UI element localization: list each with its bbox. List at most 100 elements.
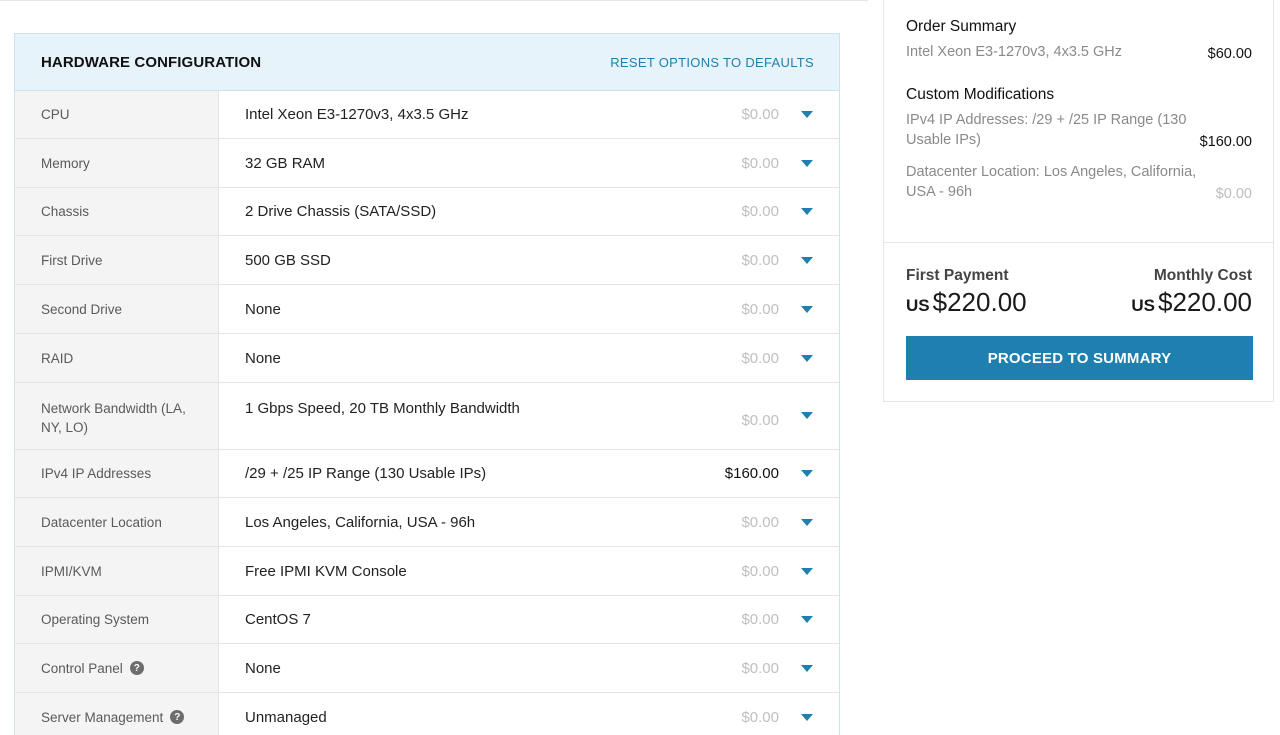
config-row-label-text: Operating System — [41, 612, 150, 627]
payment-row: First Payment US $220.00 Monthly Cost US $… — [906, 267, 1252, 318]
option-price: $0.00 — [741, 106, 779, 123]
caret-down-icon[interactable] — [801, 305, 813, 313]
summary-details: Order Summary Intel Xeon E3-1270v3, 4x3.… — [884, 0, 1273, 243]
config-option-select[interactable]: None $0.00 — [219, 644, 839, 692]
caret-down-icon[interactable] — [801, 354, 813, 362]
reset-defaults-link[interactable]: RESET OPTIONS TO DEFAULTS — [610, 55, 814, 70]
selected-option: Free IPMI KVM Console — [245, 562, 407, 580]
config-option-select[interactable]: Unmanaged $0.00 — [219, 693, 839, 735]
proceed-to-summary-button[interactable]: PROCEED TO SUMMARY — [906, 336, 1253, 380]
caret-down-icon[interactable] — [801, 111, 813, 118]
config-row: Control Panel? None $0.00 — [15, 644, 839, 693]
config-row-label-text: Control Panel — [41, 660, 123, 676]
mod-price: $160.00 — [1199, 134, 1252, 150]
monthly-cost-value: $220.00 — [1158, 287, 1252, 317]
config-option-select[interactable]: CentOS 7 $0.00 — [219, 596, 839, 643]
mod-price: $0.00 — [1215, 186, 1252, 202]
option-price: $0.00 — [741, 513, 779, 531]
order-summary-panel: Order Summary Intel Xeon E3-1270v3, 4x3.… — [883, 0, 1274, 402]
config-header: HARDWARE CONFIGURATION RESET OPTIONS TO … — [15, 34, 839, 91]
selected-option: 500 GB SSD — [245, 251, 331, 269]
caret-down-icon[interactable] — [801, 412, 813, 419]
question-circle-icon[interactable]: ? — [170, 710, 185, 724]
config-row: Server Management? Unmanaged $0.00 — [15, 693, 839, 735]
config-row-label-text: Chassis — [41, 204, 90, 219]
config-option-select[interactable]: 500 GB SSD $0.00 — [219, 236, 839, 284]
option-price: $0.00 — [741, 203, 779, 220]
caret-down-icon[interactable] — [801, 208, 813, 215]
monthly-cost-amount: US $220.00 — [1131, 287, 1252, 318]
payment-block: First Payment US $220.00 Monthly Cost US $… — [884, 243, 1273, 380]
option-price: $160.00 — [724, 465, 779, 482]
caret-down-icon[interactable] — [801, 713, 813, 721]
config-option-select[interactable]: None $0.00 — [219, 285, 839, 333]
order-item-line: Intel Xeon E3-1270v3, 4x3.5 GHz $60.00 — [906, 42, 1252, 62]
config-option-select[interactable]: 1 Gbps Speed, 20 TB Monthly Bandwidth $0.… — [219, 383, 839, 449]
config-row-label: Second Drive — [15, 285, 219, 333]
caret-down-icon[interactable] — [801, 470, 813, 477]
option-price: $0.00 — [741, 251, 779, 269]
caret-down-icon[interactable] — [801, 256, 813, 264]
option-price: $0.00 — [741, 300, 779, 318]
option-price: $0.00 — [741, 562, 779, 580]
monthly-cost: Monthly Cost US $220.00 — [1131, 267, 1252, 318]
config-row-label-text: Server Management — [41, 709, 164, 725]
selected-option: /29 + /25 IP Range (130 Usable IPs) — [245, 465, 487, 482]
config-row-label: IPMI/KVM — [15, 547, 219, 595]
config-row-label: First Drive — [15, 236, 219, 284]
currency-code: US — [906, 296, 930, 315]
config-row-label: Chassis — [15, 188, 219, 235]
config-row-label-text: IPv4 IP Addresses — [41, 466, 152, 481]
selected-option: 1 Gbps Speed, 20 TB Monthly Bandwidth — [245, 400, 520, 417]
config-row-label: Network Bandwidth (LA, NY, LO) — [15, 383, 219, 449]
caret-down-icon[interactable] — [801, 518, 813, 526]
config-row: CPU Intel Xeon E3-1270v3, 4x3.5 GHz $0.00 — [15, 91, 839, 139]
selected-option: None — [245, 349, 281, 367]
config-option-select[interactable]: 2 Drive Chassis (SATA/SSD) $0.00 — [219, 188, 839, 235]
selected-option: Los Angeles, California, USA - 96h — [245, 513, 476, 531]
selected-option: 2 Drive Chassis (SATA/SSD) — [245, 203, 437, 220]
caret-down-icon[interactable] — [801, 616, 813, 623]
config-option-select[interactable]: Intel Xeon E3-1270v3, 4x3.5 GHz $0.00 — [219, 91, 839, 138]
selected-option: Intel Xeon E3-1270v3, 4x3.5 GHz — [245, 106, 469, 123]
selected-option: None — [245, 659, 281, 677]
config-option-select[interactable]: 32 GB RAM $0.00 — [219, 139, 839, 187]
config-row-label-text: IPMI/KVM — [41, 563, 102, 579]
config-option-select[interactable]: Free IPMI KVM Console $0.00 — [219, 547, 839, 595]
config-row-label: Datacenter Location — [15, 498, 219, 546]
caret-down-icon[interactable] — [801, 159, 813, 167]
config-row-label: IPv4 IP Addresses — [15, 450, 219, 497]
first-payment-label: First Payment — [906, 267, 1009, 284]
config-row-label: Memory — [15, 139, 219, 187]
order-summary-title: Order Summary — [906, 18, 1017, 35]
caret-down-icon[interactable] — [801, 567, 813, 575]
currency-code: US — [1131, 296, 1156, 315]
selected-option: Unmanaged — [245, 708, 327, 726]
option-price: $0.00 — [741, 412, 779, 429]
question-circle-icon[interactable]: ? — [129, 661, 144, 675]
option-price: $0.00 — [741, 708, 779, 726]
config-row: Network Bandwidth (LA, NY, LO) 1 Gbps Spe… — [15, 383, 839, 450]
mod-desc: Datacenter Location: Los Angeles, Califo… — [906, 164, 1197, 200]
config-row-label: RAID — [15, 334, 219, 382]
config-row: IPMI/KVM Free IPMI KVM Console $0.00 — [15, 547, 839, 596]
config-row-label-text: RAID — [41, 350, 74, 366]
selected-option: None — [245, 300, 281, 318]
config-option-select[interactable]: None $0.00 — [219, 334, 839, 382]
first-payment: First Payment US $220.00 — [906, 267, 1027, 318]
mod-line: IPv4 IP Addresses: /29 + /25 IP Range (1… — [906, 110, 1252, 150]
mod-desc: IPv4 IP Addresses: /29 + /25 IP Range (1… — [906, 112, 1187, 148]
config-row-label-text: Memory — [41, 155, 90, 171]
config-row-label: Control Panel? — [15, 644, 219, 692]
mod-line: Datacenter Location: Los Angeles, Califo… — [906, 162, 1252, 202]
config-option-select[interactable]: Los Angeles, California, USA - 96h $0.00 — [219, 498, 839, 546]
order-item-desc: Intel Xeon E3-1270v3, 4x3.5 GHz — [906, 44, 1123, 60]
config-option-select[interactable]: /29 + /25 IP Range (130 Usable IPs) $160.… — [219, 450, 839, 497]
caret-down-icon[interactable] — [801, 664, 813, 672]
option-price: $0.00 — [741, 154, 779, 172]
config-row-label-text: Network Bandwidth (LA, NY, LO) — [41, 401, 186, 435]
config-row-label-text: Datacenter Location — [41, 514, 162, 530]
config-row-label-text: First Drive — [41, 252, 103, 268]
config-row-label: CPU — [15, 91, 219, 138]
config-row-label-text: CPU — [41, 107, 70, 122]
